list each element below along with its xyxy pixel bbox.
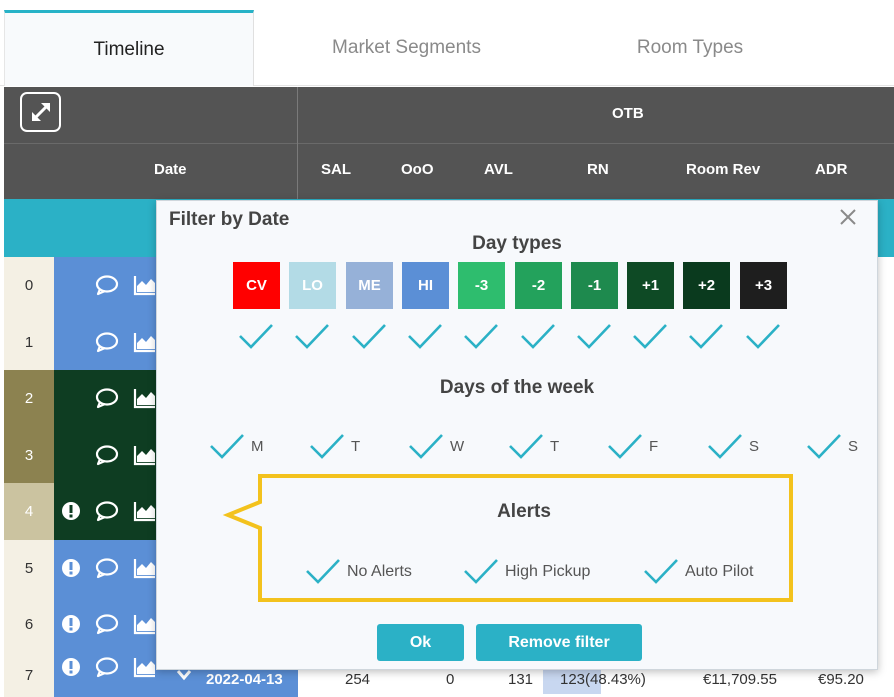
comment-icon[interactable] (95, 444, 119, 466)
check-icon[interactable] (408, 433, 444, 460)
tab-bar: Timeline Market Segments Room Types (0, 0, 894, 86)
day-of-week-option[interactable]: T (508, 433, 559, 460)
chart-icon[interactable] (133, 500, 157, 522)
alert-icon[interactable] (61, 657, 81, 677)
row-index: 4 (4, 483, 54, 540)
column-header-sal[interactable]: SAL (321, 161, 351, 178)
day-type-chip[interactable]: ME (346, 262, 393, 309)
day-type-check-icon[interactable] (688, 323, 724, 350)
comment-icon[interactable] (95, 331, 119, 353)
column-header-room-rev[interactable]: Room Rev (686, 161, 760, 178)
comment-icon[interactable] (95, 274, 119, 296)
comment-icon[interactable] (95, 613, 119, 635)
day-type-chip[interactable]: +3 (740, 262, 787, 309)
row-index: 2 (4, 370, 54, 427)
tab-market-segments[interactable]: Market Segments (254, 10, 559, 86)
check-icon[interactable] (209, 433, 245, 460)
column-header-rn[interactable]: RN (587, 161, 609, 178)
row-index: 6 (4, 596, 54, 653)
check-icon[interactable] (806, 433, 842, 460)
day-of-week-option[interactable]: S (707, 433, 759, 460)
column-header-avl[interactable]: AVL (484, 161, 513, 178)
remove-filter-button[interactable]: Remove filter (476, 624, 642, 661)
day-type-chip[interactable]: LO (289, 262, 336, 309)
day-of-week-label: S (749, 438, 760, 455)
alert-icon[interactable] (61, 558, 81, 578)
day-type-chip[interactable]: CV (233, 262, 280, 309)
expand-button[interactable] (20, 92, 61, 132)
row-expand-chevron-icon[interactable] (176, 668, 192, 686)
comment-icon[interactable] (95, 387, 119, 409)
day-type-chip[interactable]: +2 (683, 262, 730, 309)
comment-icon[interactable] (95, 656, 119, 678)
day-of-week-option[interactable]: T (309, 433, 360, 460)
comment-icon[interactable] (95, 557, 119, 579)
day-of-week-label: S (848, 438, 859, 455)
comment-icon[interactable] (95, 500, 119, 522)
day-type-check-icon[interactable] (463, 323, 499, 350)
table-header-columns (4, 143, 894, 199)
chart-icon[interactable] (133, 444, 157, 466)
tab-room-types[interactable]: Room Types (545, 10, 835, 86)
day-of-week-label: M (251, 438, 264, 455)
day-types-title: Day types (472, 233, 562, 254)
day-type-chip[interactable]: +1 (627, 262, 674, 309)
chart-icon[interactable] (133, 274, 157, 296)
day-type-check-icon[interactable] (351, 323, 387, 350)
day-of-week-option[interactable]: S (806, 433, 858, 460)
table-header-top (4, 87, 894, 143)
day-type-chip[interactable]: HI (402, 262, 449, 309)
chart-icon[interactable] (133, 656, 157, 678)
check-icon[interactable] (508, 433, 544, 460)
chart-icon[interactable] (133, 331, 157, 353)
days-of-week-title: Days of the week (439, 377, 595, 398)
row-index: 1 (4, 314, 54, 371)
row-index: 0 (4, 257, 54, 314)
check-icon[interactable] (607, 433, 643, 460)
expand-icon (31, 103, 50, 121)
day-of-week-label: W (450, 438, 465, 455)
day-type-check-icon[interactable] (294, 323, 330, 350)
alerts-callout-highlight (222, 474, 793, 602)
day-type-check-icon[interactable] (632, 323, 668, 350)
day-of-week-label: T (550, 438, 560, 455)
dialog-title: Filter by Date (169, 209, 290, 230)
column-header-ooo[interactable]: OoO (401, 161, 434, 178)
column-header-date[interactable]: Date (154, 161, 187, 178)
day-of-week-option[interactable]: F (607, 433, 658, 460)
row-index: 7 (4, 653, 54, 697)
header-divider (297, 87, 298, 199)
ok-button[interactable]: Ok (377, 624, 464, 661)
chart-icon[interactable] (133, 387, 157, 409)
alert-icon[interactable] (61, 614, 81, 634)
day-of-week-label: F (649, 438, 659, 455)
day-type-check-icon[interactable] (238, 323, 274, 350)
alert-icon[interactable] (61, 501, 81, 521)
day-type-check-icon[interactable] (520, 323, 556, 350)
otb-group-header: OTB (612, 105, 644, 122)
chart-icon[interactable] (133, 557, 157, 579)
day-of-week-option[interactable]: W (408, 433, 464, 460)
day-of-week-label: T (351, 438, 361, 455)
row-index: 3 (4, 427, 54, 484)
day-type-chip[interactable]: -1 (571, 262, 618, 309)
column-header-adr[interactable]: ADR (815, 161, 848, 178)
chart-icon[interactable] (133, 613, 157, 635)
day-type-chip[interactable]: -3 (458, 262, 505, 309)
close-icon[interactable] (839, 207, 857, 231)
check-icon[interactable] (707, 433, 743, 460)
day-of-week-option[interactable]: M (209, 433, 264, 460)
day-type-check-icon[interactable] (745, 323, 781, 350)
row-index: 5 (4, 540, 54, 597)
day-type-check-icon[interactable] (576, 323, 612, 350)
check-icon[interactable] (309, 433, 345, 460)
day-type-chip[interactable]: -2 (515, 262, 562, 309)
tab-timeline[interactable]: Timeline (4, 10, 254, 86)
day-type-check-icon[interactable] (407, 323, 443, 350)
